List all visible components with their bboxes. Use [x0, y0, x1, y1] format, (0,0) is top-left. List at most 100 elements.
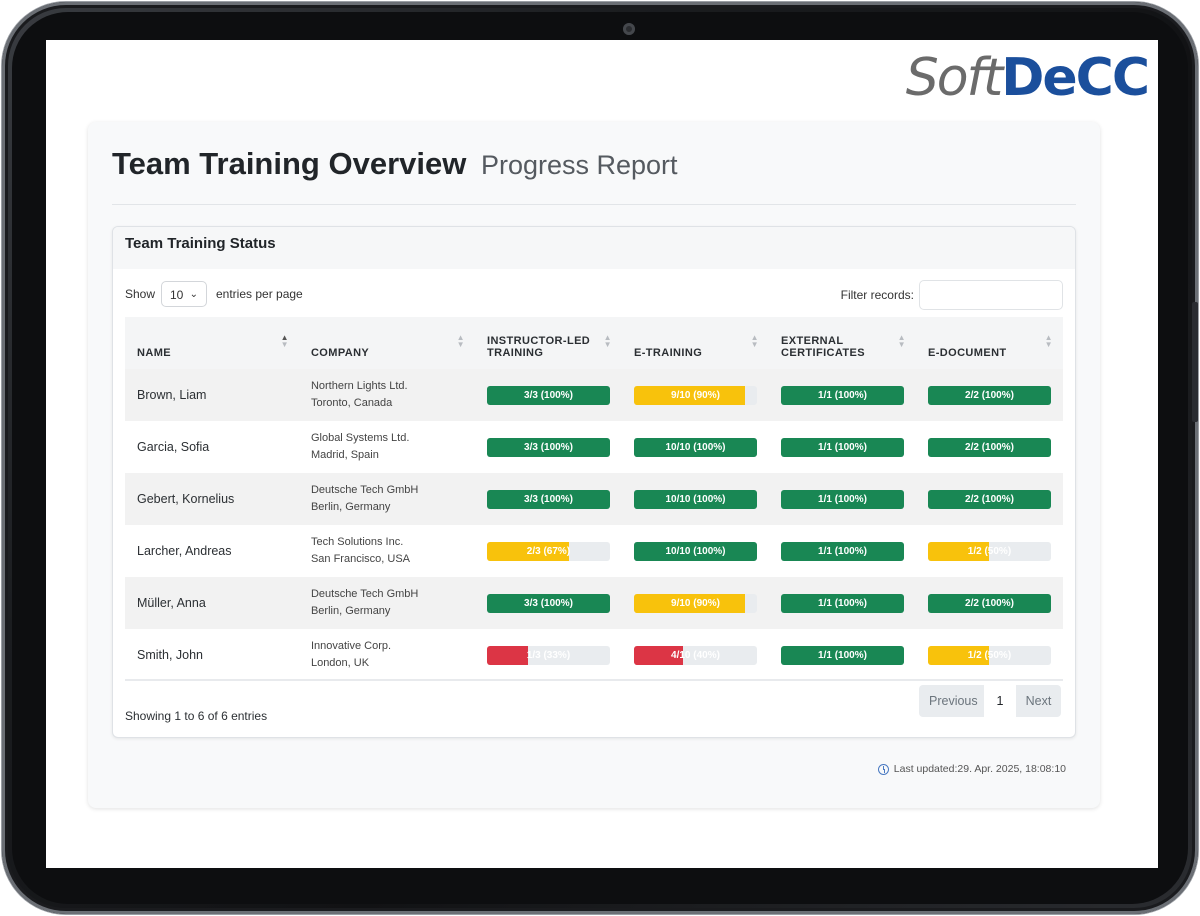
progress-label: 10/10 (100%) — [665, 545, 726, 557]
next-page-button[interactable]: Next — [1016, 685, 1061, 717]
progress-cell: 2/2 (100%) — [915, 421, 1063, 473]
progress-cell: 1/1 (100%) — [768, 577, 916, 629]
employee-name: Garcia, Sofia — [125, 421, 299, 473]
progress-bar: 1/3 (33%) — [486, 645, 610, 665]
table-row: Larcher, Andreas Tech Solutions Inc. San F… — [125, 525, 1063, 577]
progress-cell: 3/3 (100%) — [474, 577, 622, 629]
progress-bar: 3/3 (100%) — [486, 385, 610, 405]
side-button — [1192, 302, 1198, 422]
column-header-label: NAME — [137, 347, 171, 359]
progress-label: 1/1 (100%) — [818, 649, 867, 661]
filter-input[interactable] — [919, 280, 1063, 310]
progress-label: 2/2 (100%) — [965, 493, 1014, 505]
progress-label: 1/1 (100%) — [818, 389, 867, 401]
progress-label: 2/2 (100%) — [965, 389, 1014, 401]
progress-bar: 9/10 (90%) — [633, 385, 757, 405]
progress-cell: 2/3 (67%) — [474, 525, 622, 577]
entries-info: Showing 1 to 6 of 6 entries — [125, 709, 268, 723]
progress-cell: 3/3 (100%) — [474, 473, 622, 525]
logo: SoftDeCC — [905, 48, 1150, 108]
progress-bar: 2/3 (67%) — [486, 541, 610, 561]
sort-arrows-icon: ▲ ▼ — [280, 333, 289, 349]
progress-bar: 1/1 (100%) — [780, 385, 904, 405]
column-header-label: COMPANY — [310, 347, 370, 359]
progress-bar: 10/10 (100%) — [633, 489, 757, 509]
column-header-label: E-DOCUMENT — [927, 347, 1007, 359]
progress-bar: 9/10 (90%) — [633, 593, 757, 613]
page-button-current[interactable]: 1 — [984, 685, 1016, 717]
table-row: Smith, John Innovative Corp. London, UK 1/3… — [125, 629, 1063, 681]
progress-bar: 1/2 (50%) — [927, 541, 1051, 561]
column-header-label: E-TRAINING — [633, 347, 703, 359]
filter-label: Filter records: — [840, 288, 914, 302]
page-title-main: Team Training Overview — [112, 146, 467, 181]
per-page-label: entries per page — [216, 287, 303, 301]
previous-page-button[interactable]: Previous — [919, 685, 984, 717]
employee-name: Smith, John — [125, 629, 299, 681]
column-header[interactable]: E-TRAINING ▲ ▼ — [621, 317, 769, 369]
progress-cell: 2/2 (100%) — [915, 473, 1063, 525]
progress-label: 9/10 (90%) — [671, 597, 720, 609]
page-size-value: 10 — [170, 288, 184, 302]
table-controls: Show 10 ⌄ entries per page Filter record… — [125, 280, 1063, 311]
progress-cell: 4/10 (40%) — [621, 629, 769, 681]
column-header[interactable]: INSTRUCTOR-LED TRAINING ▲ ▼ — [474, 317, 622, 369]
logo-soft: Soft — [905, 48, 1004, 108]
progress-label: 1/1 (100%) — [818, 597, 867, 609]
progress-label: 4/10 (40%) — [671, 649, 720, 661]
progress-label: 1/3 (33%) — [526, 649, 571, 661]
employee-name: Müller, Anna — [125, 577, 299, 629]
training-table: NAME ▲ ▼ COMPANY ▲ ▼ INSTRUCTOR-LED TRAINING ▲ ▼… — [125, 317, 1063, 681]
chevron-down-icon: ⌄ — [189, 289, 198, 300]
progress-label: 3/3 (100%) — [524, 441, 573, 453]
company-cell: Global Systems Ltd. Madrid, Spain — [298, 421, 475, 473]
column-header-label: INSTRUCTOR-LED TRAINING — [486, 335, 591, 359]
page-size-select[interactable]: 10 ⌄ — [161, 281, 207, 307]
table-row: Gebert, Kornelius Deutsche Tech GmbH Berli… — [125, 473, 1063, 525]
progress-label: 2/3 (67%) — [526, 545, 571, 557]
progress-label: 2/2 (100%) — [965, 597, 1014, 609]
progress-label: 2/2 (100%) — [965, 441, 1014, 453]
progress-bar: 1/1 (100%) — [780, 593, 904, 613]
progress-bar: 4/10 (40%) — [633, 645, 757, 665]
company-cell: Deutsche Tech GmbH Berlin, Germany — [298, 473, 475, 525]
sort-arrows-icon: ▲ ▼ — [456, 333, 465, 349]
progress-cell: 1/3 (33%) — [474, 629, 622, 681]
company-location: Berlin, Germany — [310, 501, 391, 513]
progress-cell: 3/3 (100%) — [474, 421, 622, 473]
progress-cell: 2/2 (100%) — [915, 369, 1063, 421]
training-status-panel: Team Training Status Show 10 ⌄ entries p… — [112, 226, 1076, 738]
progress-label: 10/10 (100%) — [665, 441, 726, 453]
sort-arrows-icon: ▲ ▼ — [603, 333, 612, 349]
page-title: Team Training Overview Progress Report — [112, 146, 678, 182]
progress-bar: 2/2 (100%) — [927, 437, 1051, 457]
column-header[interactable]: E-DOCUMENT ▲ ▼ — [915, 317, 1063, 369]
progress-cell: 1/1 (100%) — [768, 525, 916, 577]
progress-bar: 1/1 (100%) — [780, 437, 904, 457]
progress-cell: 1/1 (100%) — [768, 369, 916, 421]
employee-name: Brown, Liam — [125, 369, 299, 421]
progress-bar: 1/1 (100%) — [780, 489, 904, 509]
company-cell: Innovative Corp. London, UK — [298, 629, 475, 681]
company-location: Berlin, Germany — [310, 605, 391, 617]
company-name: Tech Solutions Inc. — [310, 536, 404, 548]
column-header[interactable]: COMPANY ▲ ▼ — [298, 317, 475, 369]
company-location: London, UK — [310, 657, 370, 669]
progress-bar: 1/2 (50%) — [927, 645, 1051, 665]
progress-bar: 10/10 (100%) — [633, 437, 757, 457]
employee-name: Gebert, Kornelius — [125, 473, 299, 525]
company-location: San Francisco, USA — [310, 553, 410, 565]
column-header[interactable]: EXTERNAL CERTIFICATES ▲ ▼ — [768, 317, 916, 369]
employee-name: Larcher, Andreas — [125, 525, 299, 577]
table-row: Garcia, Sofia Global Systems Ltd. Madrid, … — [125, 421, 1063, 473]
sort-arrows-icon: ▲ ▼ — [750, 333, 759, 349]
progress-cell: 9/10 (90%) — [621, 577, 769, 629]
company-cell: Tech Solutions Inc. San Francisco, USA — [298, 525, 475, 577]
progress-label: 3/3 (100%) — [524, 493, 573, 505]
progress-cell: 10/10 (100%) — [621, 525, 769, 577]
sort-arrows-icon: ▲ ▼ — [1044, 333, 1053, 349]
title-divider — [112, 204, 1076, 205]
column-header-label: EXTERNAL CERTIFICATES — [780, 335, 866, 359]
progress-label: 1/2 (50%) — [967, 649, 1012, 661]
column-header[interactable]: NAME ▲ ▼ — [125, 317, 299, 369]
